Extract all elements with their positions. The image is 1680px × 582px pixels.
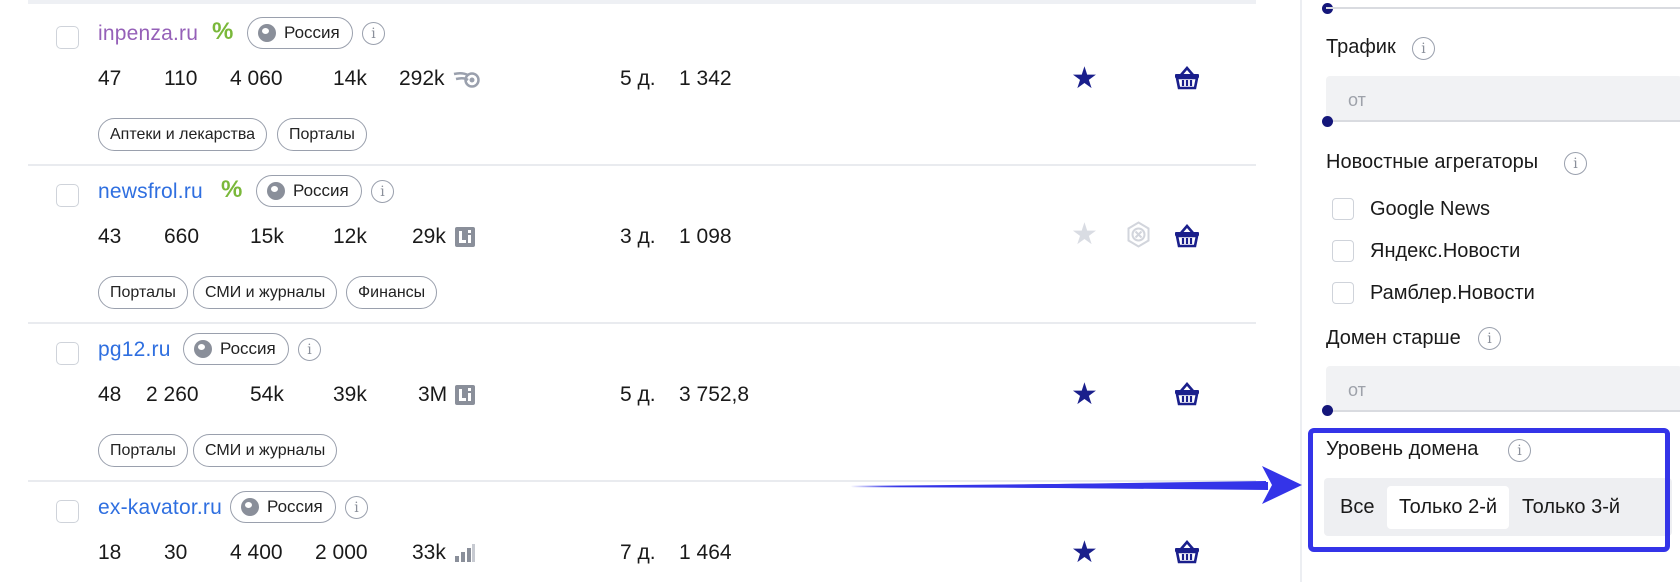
rambler-news-checkbox[interactable] bbox=[1332, 282, 1354, 304]
rambler-news-label[interactable]: Рамблер.Новости bbox=[1370, 282, 1535, 305]
annotation-arrow-icon bbox=[850, 466, 1302, 504]
domain-age-slider-handle[interactable] bbox=[1322, 405, 1333, 416]
annotation-highlight-box bbox=[1308, 428, 1670, 552]
aggregators-filter-label: Новостные агрегаторы bbox=[1326, 151, 1539, 173]
info-icon[interactable]: i bbox=[1564, 152, 1587, 175]
info-icon[interactable]: i bbox=[1478, 327, 1501, 350]
traffic-slider-handle[interactable] bbox=[1322, 116, 1333, 127]
google-news-checkbox[interactable] bbox=[1332, 198, 1354, 220]
info-icon[interactable]: i bbox=[1412, 37, 1435, 60]
yandex-news-checkbox[interactable] bbox=[1332, 240, 1354, 262]
yandex-news-label[interactable]: Яндекс.Новости bbox=[1370, 240, 1520, 263]
domain-age-from-input[interactable]: от bbox=[1326, 366, 1680, 412]
range-slider-track bbox=[1326, 7, 1680, 9]
traffic-filter-label: Трафик bbox=[1326, 36, 1396, 58]
google-news-label[interactable]: Google News bbox=[1370, 198, 1490, 221]
domain-age-filter-label: Домен старше bbox=[1326, 327, 1461, 349]
traffic-from-input[interactable]: от bbox=[1326, 76, 1680, 122]
